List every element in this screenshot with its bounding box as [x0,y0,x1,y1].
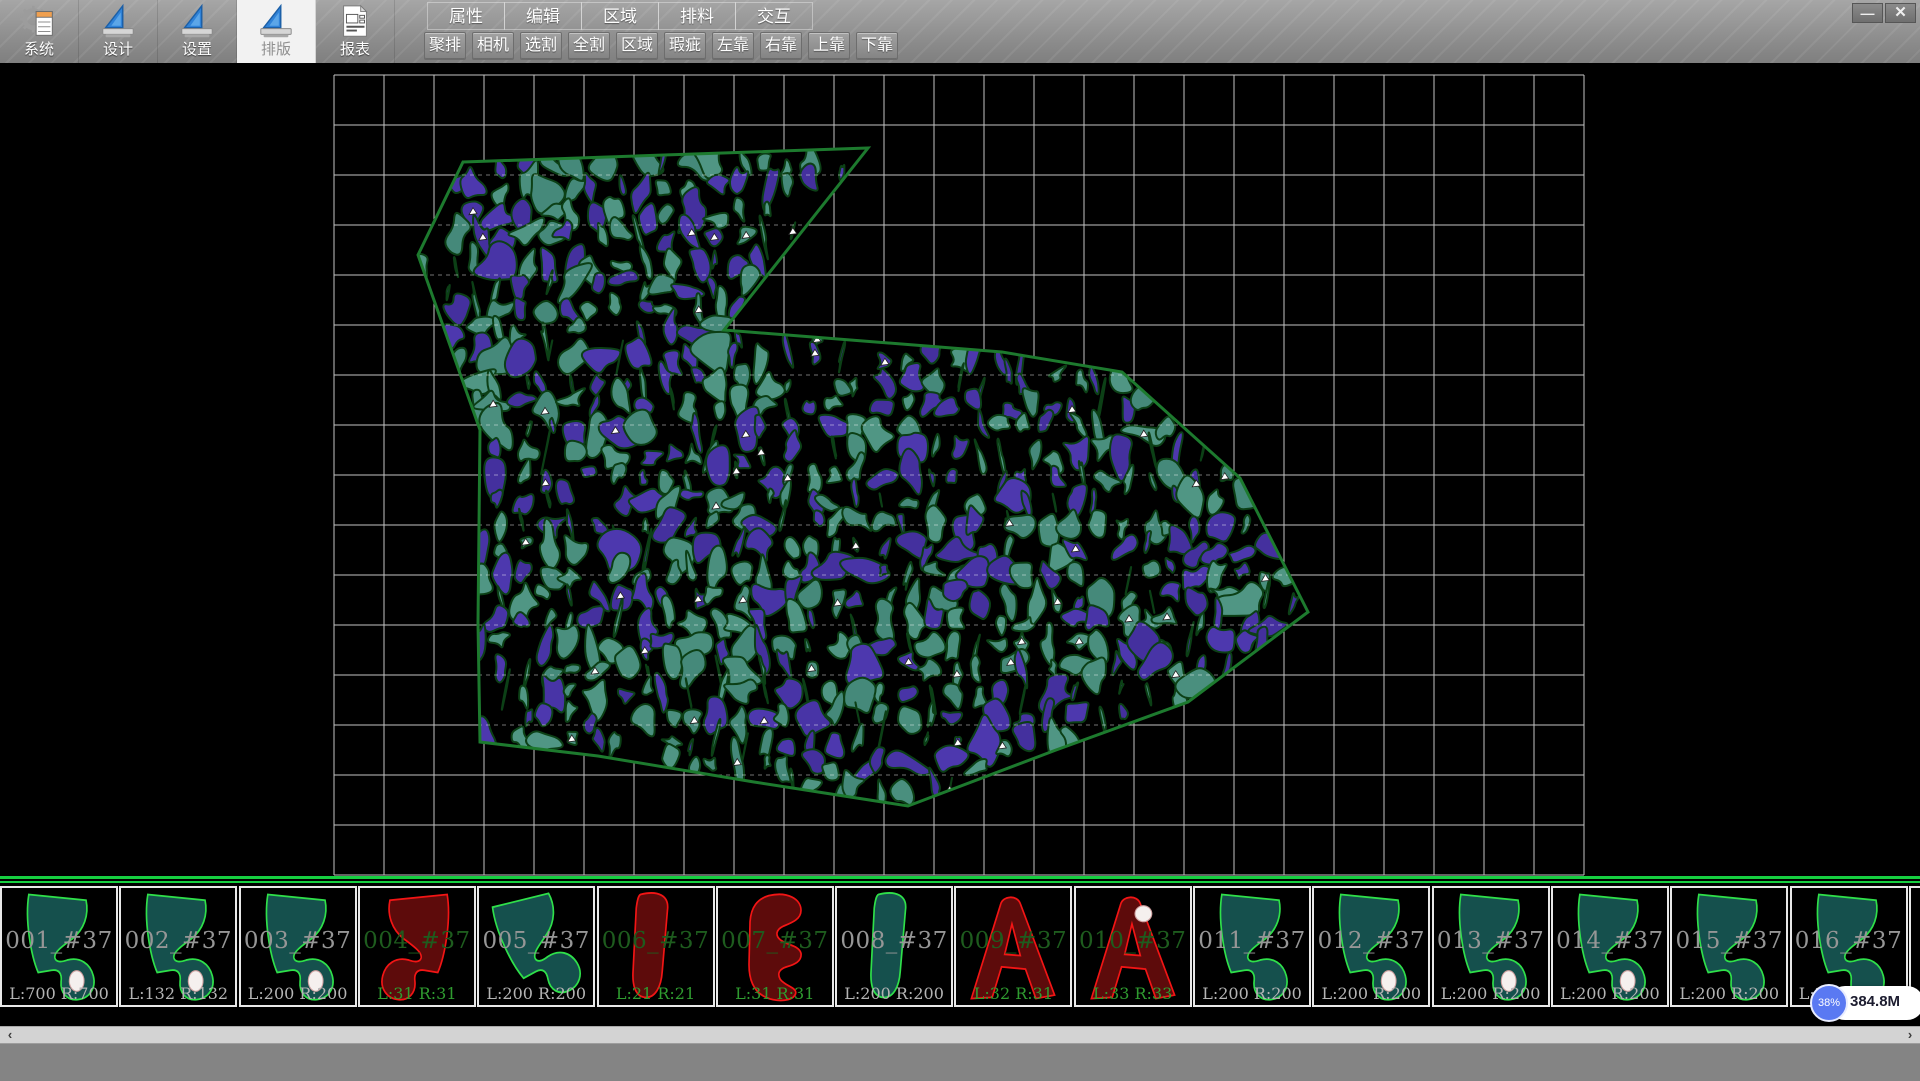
piece-count-label: L:200 R:200 [837,984,951,1003]
strip-separator-line [0,881,1920,883]
piece-id-label: 012_#37 [1314,928,1428,954]
piece-thumbnail-10[interactable]: 010_#37 L:33 R:33 [1074,886,1192,1007]
piece-count-label: L:31 R:31 [718,984,832,1003]
piece-count-label: L:32 R:31 [956,984,1070,1003]
tool-button-7[interactable]: 右靠 [760,32,802,60]
memory-size-label: 384.8M [1850,993,1900,1010]
status-bar [0,1043,1920,1081]
piece-id-label: 002_#37 [121,928,235,954]
tool-row: 聚排相机选割全割区域瑕疵左靠右靠上靠下靠 [424,32,898,60]
set-square-icon [257,3,295,41]
scroll-right-arrow-icon[interactable]: › [1902,1027,1918,1043]
piece-thumbnail-12[interactable]: 012_#37 L:200 R:200 [1312,886,1430,1007]
strip-separator-line [0,876,1920,879]
menu-row: 属性编辑区域排料交互 [427,2,812,30]
main-tab-label: 系统 [24,41,54,59]
menu-item-0[interactable]: 属性 [427,2,505,30]
set-square-icon [178,3,216,41]
main-tab-settings[interactable]: 设置 [158,0,237,63]
piece-thumbnail-1[interactable]: 001_#37 L:700 R:700 [0,886,118,1007]
piece-id-label: 005_#37 [479,928,593,954]
piece-id-label: 006_#37 [599,928,713,954]
piece-count-label: L:33 R:33 [1076,984,1190,1003]
set-square-icon [99,3,137,41]
piece-thumbnail-14[interactable]: 014_#37 L:200 R:200 [1551,886,1669,1007]
menu-item-3[interactable]: 排料 [658,2,736,30]
minimize-button[interactable]: — [1852,3,1883,23]
piece-count-label: L:31 R:31 [360,984,474,1003]
main-tab-label: 排版 [261,41,291,59]
gear-doc-icon [20,3,58,41]
tool-button-1[interactable]: 相机 [472,32,514,60]
piece-id-label: 003_#37 [241,928,355,954]
toolbar: 系统设计设置排版报表 属性编辑区域排料交互 聚排相机选割全割区域瑕疵左靠右靠上靠… [0,0,1920,64]
piece-id-label: 015_#37 [1672,928,1786,954]
piece-thumbnail-2[interactable]: 002_#37 L:132 R:132 [119,886,237,1007]
piece-id-label: 011_#37 [1195,928,1309,954]
tool-button-0[interactable]: 聚排 [424,32,466,60]
tool-button-5[interactable]: 瑕疵 [664,32,706,60]
tool-button-4[interactable]: 区域 [616,32,658,60]
piece-count-label: L:200 R:200 [1553,984,1667,1003]
piece-id-label: 016_#37 [1792,928,1906,954]
piece-thumbnail-8[interactable]: 008_#37 L:200 R:200 [835,886,953,1007]
piece-count-label: L:200 R:200 [1195,984,1309,1003]
piece-id-label: 004_#37 [360,928,474,954]
piece-count-label: L:21 R:21 [599,984,713,1003]
piece-thumbnail-15[interactable]: 015_#37 L:200 R:200 [1670,886,1788,1007]
piece-thumbnail-strip: 001_#37L:700 R:700002_#37L:132 R:132003_… [0,886,1920,1007]
main-button-group: 系统 设计 设置 排版 报表 [0,0,395,63]
piece-id-label: 007_#37 [718,928,832,954]
piece-id-label: 014_#37 [1553,928,1667,954]
piece-count-label: L:200 R:200 [241,984,355,1003]
scroll-left-arrow-icon[interactable]: ‹ [2,1027,18,1043]
piece-shape [1916,890,1920,1003]
piece-count-label: L:132 R:132 [121,984,235,1003]
piece-id-label: 013_#37 [1434,928,1548,954]
menu-item-4[interactable]: 交互 [735,2,813,30]
piece-thumbnail-7[interactable]: 007_#37 L:31 R:31 [716,886,834,1007]
piece-count-label: L:200 R:200 [1434,984,1548,1003]
main-tab-system[interactable]: 系统 [0,0,79,63]
tool-button-8[interactable]: 上靠 [808,32,850,60]
main-tab-label: 设计 [103,41,133,59]
tool-button-3[interactable]: 全割 [568,32,610,60]
tool-button-9[interactable]: 下靠 [856,32,898,60]
main-tab-design[interactable]: 设计 [79,0,158,63]
piece-thumbnail-11[interactable]: 011_#37 L:200 R:200 [1193,886,1311,1007]
menu-item-2[interactable]: 区域 [581,2,659,30]
main-tab-report[interactable]: 报表 [316,0,395,63]
horizontal-scrollbar[interactable]: ‹ › [0,1026,1920,1043]
main-tab-label: 报表 [340,41,370,59]
menu-item-1[interactable]: 编辑 [504,2,582,30]
piece-thumbnail-6[interactable]: 006_#37 L:21 R:21 [597,886,715,1007]
piece-thumbnail-5[interactable]: 005_#37 L:200 R:200 [477,886,595,1007]
memory-percent-indicator: 38% [1810,984,1848,1022]
tool-button-2[interactable]: 选割 [520,32,562,60]
main-tab-label: 设置 [182,41,212,59]
piece-id-label: 001_#37 [2,928,116,954]
piece-count-label: L:200 R:200 [1314,984,1428,1003]
piece-count-label: L:700 R:700 [2,984,116,1003]
piece-thumbnail-13[interactable]: 013_#37 L:200 R:200 [1432,886,1550,1007]
piece-id-label: 009_#37 [956,928,1070,954]
tool-button-6[interactable]: 左靠 [712,32,754,60]
piece-thumbnail-9[interactable]: 009_#37 L:32 R:31 [954,886,1072,1007]
piece-count-label: L:200 R:200 [479,984,593,1003]
piece-count-label: L:200 R:200 [1672,984,1786,1003]
close-button[interactable]: ✕ [1885,3,1916,23]
main-tab-layout[interactable]: 排版 [237,0,316,63]
piece-thumbnail-3[interactable]: 003_#37 L:200 R:200 [239,886,357,1007]
piece-thumbnail-4[interactable]: 004_#37 L:31 R:31 [358,886,476,1007]
report-icon [336,3,374,41]
piece-id-label: 008_#37 [837,928,951,954]
piece-id-label: 010_#37 [1076,928,1190,954]
